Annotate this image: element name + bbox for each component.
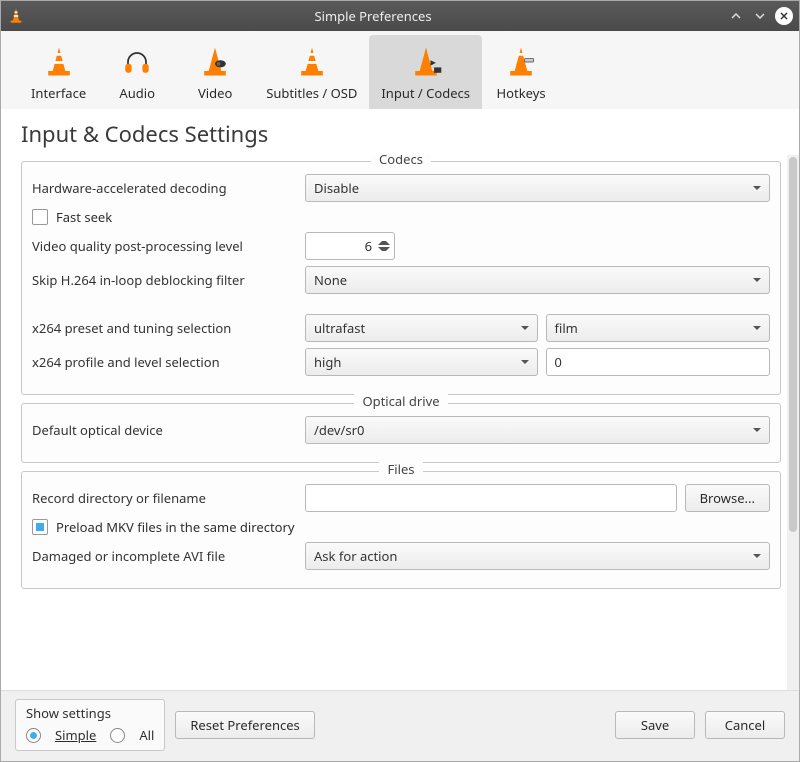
x264-profile-select[interactable]: high <box>305 348 538 376</box>
optical-device-select[interactable]: /dev/sr0 <box>305 416 770 444</box>
post-proc-label: Video quality post-processing level <box>32 237 297 255</box>
group-files: Files Record directory or filename Brows… <box>21 471 781 589</box>
tab-label: Input / Codecs <box>381 84 470 102</box>
tab-input-codecs[interactable]: Input / Codecs <box>369 35 482 109</box>
radio-all-label[interactable]: All <box>139 726 154 744</box>
browse-button[interactable]: Browse... <box>685 484 770 512</box>
vlc-app-icon <box>7 7 25 25</box>
preferences-window: Simple Preferences Interface Audio Video… <box>0 0 800 762</box>
tab-subtitles[interactable]: Subtitles / OSD <box>254 35 369 109</box>
deblock-select[interactable]: None <box>305 266 770 294</box>
post-proc-spin[interactable]: 6 <box>305 232 395 260</box>
radio-simple[interactable] <box>26 728 41 743</box>
tab-label: Audio <box>119 84 155 102</box>
tab-label: Video <box>198 84 232 102</box>
group-optical: Optical drive Default optical device /de… <box>21 403 781 463</box>
preload-mkv-checkbox[interactable] <box>32 519 48 535</box>
fast-seek-label: Fast seek <box>56 208 112 226</box>
avi-select[interactable]: Ask for action <box>305 542 770 570</box>
reset-button[interactable]: Reset Preferences <box>175 711 314 739</box>
settings-content: Codecs Hardware-accelerated decoding Dis… <box>1 155 787 690</box>
x264-tune-select[interactable]: film <box>546 314 771 342</box>
x264-preset-label: x264 preset and tuning selection <box>32 319 297 337</box>
avi-label: Damaged or incomplete AVI file <box>32 547 297 565</box>
tab-video[interactable]: Video <box>176 35 254 109</box>
close-icon[interactable] <box>775 7 793 25</box>
save-button[interactable]: Save <box>615 711 695 739</box>
preload-mkv-label: Preload MKV files in the same directory <box>56 518 295 536</box>
maximize-icon[interactable] <box>751 7 769 25</box>
cone-icon <box>40 42 78 82</box>
show-settings-group: Show settings Simple All <box>15 699 165 751</box>
x264-profile-label: x264 profile and level selection <box>32 353 297 371</box>
record-dir-label: Record directory or filename <box>32 489 297 507</box>
headphones-icon <box>118 42 156 82</box>
cancel-button[interactable]: Cancel <box>705 711 785 739</box>
hw-decoding-select[interactable]: Disable <box>305 174 770 202</box>
footer: Show settings Simple All Reset Preferenc… <box>1 690 799 761</box>
video-cone-icon <box>196 42 234 82</box>
tab-label: Hotkeys <box>497 84 546 102</box>
group-codecs: Codecs Hardware-accelerated decoding Dis… <box>21 161 781 395</box>
tab-label: Subtitles / OSD <box>266 84 357 102</box>
tab-label: Interface <box>31 84 86 102</box>
titlebar: Simple Preferences <box>1 1 799 31</box>
radio-all[interactable] <box>110 728 125 743</box>
codec-cone-icon <box>407 42 445 82</box>
tab-interface[interactable]: Interface <box>19 35 98 109</box>
radio-simple-label[interactable]: Simple <box>55 726 96 744</box>
record-dir-input[interactable] <box>305 484 677 512</box>
page-title: Input & Codecs Settings <box>1 109 799 155</box>
hotkey-cone-icon <box>502 42 540 82</box>
spinner-arrows-icon[interactable] <box>378 235 390 257</box>
show-settings-title: Show settings <box>26 704 154 722</box>
deblock-label: Skip H.264 in-loop deblocking filter <box>32 271 297 289</box>
x264-preset-select[interactable]: ultrafast <box>305 314 538 342</box>
group-title: Codecs <box>371 155 431 168</box>
group-title: Files <box>379 460 422 478</box>
cone-icon <box>293 42 331 82</box>
fast-seek-checkbox[interactable] <box>32 209 48 225</box>
vertical-scrollbar[interactable] <box>787 155 799 690</box>
optical-device-label: Default optical device <box>32 421 297 439</box>
hw-decoding-label: Hardware-accelerated decoding <box>32 179 297 197</box>
tab-hotkeys[interactable]: Hotkeys <box>482 35 560 109</box>
x264-level-input[interactable] <box>546 348 771 376</box>
window-title: Simple Preferences <box>25 7 721 25</box>
tab-audio[interactable]: Audio <box>98 35 176 109</box>
scrollbar-thumb[interactable] <box>789 157 797 532</box>
minimize-icon[interactable] <box>727 7 745 25</box>
group-title: Optical drive <box>354 392 447 410</box>
category-toolbar: Interface Audio Video Subtitles / OSD In… <box>1 31 799 109</box>
